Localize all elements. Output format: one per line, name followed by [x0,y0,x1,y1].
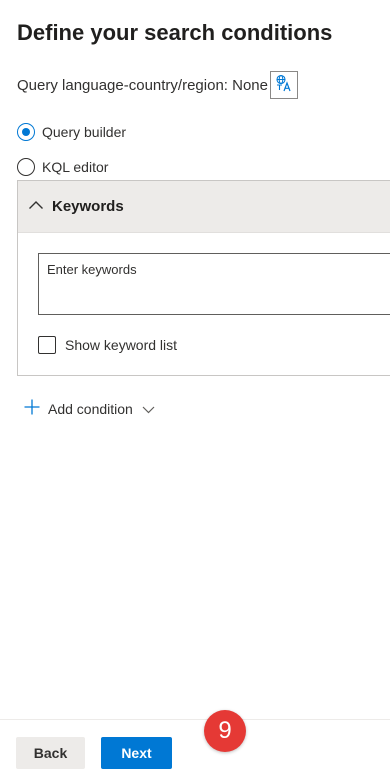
query-language-label: Query language-country/region: None [17,76,268,94]
back-button[interactable]: Back [16,737,85,769]
show-keyword-list-checkbox-row[interactable]: Show keyword list [38,336,177,354]
keywords-section-title: Keywords [52,198,124,215]
show-keyword-list-checkbox[interactable] [38,336,56,354]
keywords-section-header[interactable]: Keywords [18,181,390,233]
chevron-down-icon [142,401,155,417]
query-language-row: Query language-country/region: None [17,70,298,100]
radio-button-checked[interactable] [17,123,35,141]
chevron-up-icon [28,198,44,216]
language-translate-button[interactable] [270,71,298,99]
footer-divider [0,719,390,720]
plus-icon [24,399,40,418]
radio-button-unchecked[interactable] [17,158,35,176]
next-button[interactable]: Next [101,737,172,769]
step-number-badge: 9 [204,710,246,752]
search-conditions-page: Define your search conditions Query lang… [0,0,390,772]
radio-kql-editor[interactable]: KQL editor [17,158,108,176]
radio-query-builder[interactable]: Query builder [17,123,126,141]
show-keyword-list-label: Show keyword list [65,337,178,353]
language-translate-icon [275,74,293,96]
page-title: Define your search conditions [17,20,333,45]
add-condition-label: Add condition [48,400,133,417]
keywords-input[interactable]: Enter keywords [38,253,390,315]
keywords-panel: Keywords Enter keywords Show keyword lis… [17,180,390,376]
radio-kql-editor-label: KQL editor [42,159,109,175]
radio-query-builder-label: Query builder [42,124,127,140]
add-condition-button[interactable]: Add condition [24,399,155,418]
keywords-input-placeholder: Enter keywords [47,262,137,277]
